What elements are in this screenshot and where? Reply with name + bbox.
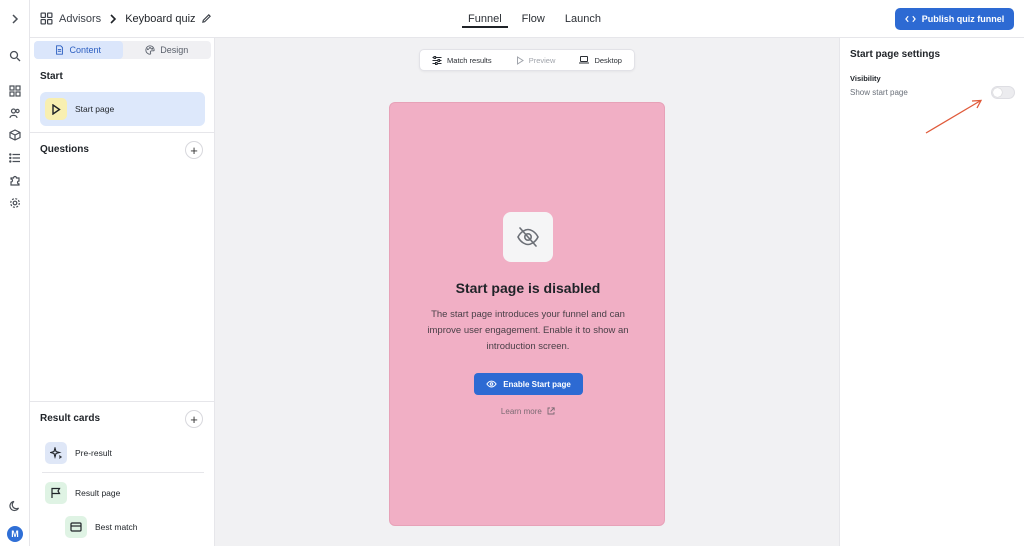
breadcrumb: Advisors Keyboard quiz — [40, 12, 212, 25]
edit-pencil-icon[interactable] — [201, 13, 212, 24]
tab-launch[interactable]: Launch — [555, 0, 611, 38]
divider — [30, 401, 215, 402]
tab-design[interactable]: Design — [123, 41, 212, 59]
user-avatar[interactable]: M — [7, 526, 23, 542]
puzzle-icon[interactable] — [7, 172, 23, 188]
tab-content[interactable]: Content — [34, 41, 123, 59]
code-brackets-icon — [904, 15, 916, 23]
preview-button[interactable]: Preview — [516, 55, 555, 65]
list-icon[interactable] — [7, 150, 23, 166]
laptop-icon — [579, 56, 590, 64]
divider — [42, 472, 204, 473]
external-link-icon — [547, 407, 555, 415]
show-start-page-toggle[interactable] — [991, 86, 1015, 99]
sparkle-icon — [45, 442, 67, 464]
content-panel: Content Design Start Start page Question… — [30, 38, 215, 546]
visibility-label: Visibility — [850, 74, 881, 83]
document-icon — [56, 45, 64, 55]
grid-apps-icon — [40, 12, 53, 25]
dark-mode-moon-icon[interactable] — [7, 498, 23, 514]
result-cards-heading: Result cards — [40, 413, 101, 424]
breadcrumb-chevron-icon — [110, 13, 117, 24]
icon-rail: M — [0, 0, 30, 546]
desktop-view-button[interactable]: Desktop — [579, 56, 622, 65]
divider — [30, 132, 215, 133]
search-icon[interactable] — [7, 48, 23, 64]
play-icon — [45, 98, 67, 120]
disabled-description: The start page introduces your funnel an… — [427, 309, 629, 352]
enable-start-page-button[interactable]: Enable Start page — [474, 373, 583, 395]
show-start-page-label: Show start page — [850, 88, 908, 97]
match-results-button[interactable]: Match results — [432, 55, 492, 65]
result-item-pre-result[interactable]: Pre-result — [45, 442, 112, 464]
card-icon — [65, 516, 87, 538]
box-icon[interactable] — [7, 127, 23, 143]
tab-flow[interactable]: Flow — [512, 0, 555, 38]
top-bar: Advisors Keyboard quiz Funnel Flow Launc… — [30, 0, 1024, 38]
eye-off-icon — [503, 212, 553, 262]
flag-icon — [45, 482, 67, 504]
palette-icon — [145, 45, 155, 55]
start-heading: Start — [40, 71, 63, 82]
preview-toolbar: Match results Preview Desktop — [419, 49, 635, 71]
start-page-preview-card: Start page is disabled The start page in… — [389, 102, 665, 526]
preview-canvas: Match results Preview Desktop Start page… — [215, 38, 839, 546]
expand-chevron-icon[interactable] — [7, 11, 23, 27]
users-icon[interactable] — [7, 105, 23, 121]
questions-heading: Questions — [40, 144, 89, 155]
top-tabs: Funnel Flow Launch — [458, 0, 611, 38]
publish-quiz-funnel-button[interactable]: Publish quiz funnel — [895, 8, 1014, 30]
publish-label: Publish quiz funnel — [921, 14, 1005, 24]
breadcrumb-current: Keyboard quiz — [125, 12, 196, 25]
content-design-switch: Content Design — [34, 41, 211, 59]
dashboard-icon[interactable] — [7, 83, 23, 99]
breadcrumb-root-link[interactable]: Advisors — [59, 13, 101, 25]
result-item-best-match[interactable]: Best match — [65, 516, 138, 538]
add-result-card-button[interactable]: + — [185, 410, 203, 428]
eye-icon — [486, 380, 497, 388]
start-page-item[interactable]: Start page — [40, 92, 205, 126]
play-outline-icon — [516, 55, 524, 65]
sliders-icon — [432, 55, 442, 65]
result-item-label: Best match — [95, 522, 138, 532]
add-question-button[interactable]: + — [185, 141, 203, 159]
tab-funnel[interactable]: Funnel — [458, 0, 512, 38]
settings-gear-icon[interactable] — [7, 195, 23, 211]
learn-more-link[interactable]: Learn more — [390, 407, 666, 416]
settings-title: Start page settings — [850, 49, 941, 60]
disabled-title: Start page is disabled — [455, 280, 601, 296]
result-item-label: Pre-result — [75, 448, 112, 458]
result-item-result-page[interactable]: Result page — [45, 482, 120, 504]
annotation-arrow — [925, 99, 983, 134]
result-item-label: Result page — [75, 488, 121, 498]
start-page-label: Start page — [75, 104, 115, 114]
